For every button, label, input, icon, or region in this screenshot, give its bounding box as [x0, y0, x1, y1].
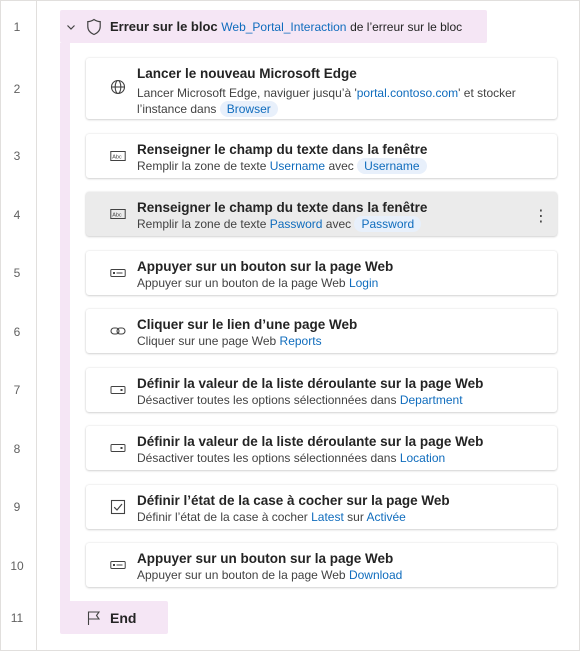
line-number: 5 [13, 266, 21, 280]
action-subtitle: Désactiver toutes les options sélectionn… [137, 392, 463, 408]
action-subtitle-text: Cliquer sur une page Web [137, 334, 277, 348]
line-number: 8 [13, 442, 21, 456]
block-rail [60, 43, 70, 603]
url-link[interactable]: portal.contoso.com [357, 86, 458, 100]
more-options-icon[interactable]: ⋮ [533, 208, 549, 226]
action-title: Appuyer sur un bouton sur la page Web [137, 259, 394, 274]
globe-icon [110, 79, 126, 95]
action-subtitle-text: Appuyer sur un bouton de la page Web [137, 276, 346, 290]
action-title: Définir la valeur de la liste déroulante… [137, 434, 484, 449]
action-subtitle-text: Lancer Microsoft Edge, naviguer jusqu’à … [137, 86, 357, 100]
line-number: 3 [13, 149, 21, 163]
action-set-dropdown-department[interactable]: Définir la valeur de la liste déroulante… [86, 368, 557, 412]
line-number: 6 [13, 325, 21, 339]
action-title: Définir la valeur de la liste déroulante… [137, 376, 484, 391]
line-number: 11 [10, 611, 24, 625]
action-set-dropdown-location[interactable]: Définir la valeur de la liste déroulante… [86, 426, 557, 470]
variable-pill[interactable]: Username [357, 158, 427, 174]
action-fill-password[interactable]: Abc Renseigner le champ du texte dans la… [86, 192, 557, 236]
ui-element-link[interactable]: Location [400, 451, 445, 465]
action-title: Appuyer sur un bouton sur la page Web [137, 551, 394, 566]
variable-pill[interactable]: Browser [219, 101, 278, 117]
action-subtitle-text: avec [328, 159, 354, 173]
flag-icon [87, 610, 101, 625]
end-label: End [110, 609, 137, 626]
on-block-error-header[interactable]: Erreur sur le bloc Web_Portal_Interactio… [60, 10, 487, 43]
line-number-gutter: 1 2 3 4 5 6 7 8 9 10 11 [0, 0, 37, 651]
svg-text:Abc: Abc [112, 213, 122, 219]
action-press-download[interactable]: Appuyer sur un bouton sur la page Web Ap… [86, 543, 557, 587]
action-fill-username[interactable]: Abc Renseigner le champ du texte dans la… [86, 134, 557, 178]
action-title: Renseigner le champ du texte dans la fen… [137, 200, 428, 215]
action-subtitle-text: Remplir la zone de texte [137, 159, 267, 173]
line-number: 1 [13, 20, 21, 34]
action-subtitle-text: l’instance dans [137, 102, 217, 116]
action-subtitle-text: Remplir la zone de texte [137, 217, 267, 231]
end-block[interactable]: End [60, 601, 168, 634]
ui-element-link[interactable]: Password [270, 217, 323, 231]
action-subtitle: Désactiver toutes les options sélectionn… [137, 450, 445, 466]
action-subtitle-text: ' et stocker [458, 86, 516, 100]
action-subtitle-text: Désactiver toutes les options sélectionn… [137, 451, 397, 465]
action-subtitle: Appuyer sur un bouton de la page Web Log… [137, 275, 378, 291]
action-subtitle-text: sur [347, 510, 364, 524]
textbox-icon: Abc [110, 151, 126, 161]
ui-element-link[interactable]: Download [349, 568, 402, 582]
block-variable[interactable]: Web_Portal_Interaction [221, 20, 346, 34]
action-subtitle-text: avec [325, 217, 352, 231]
checkbox-icon [110, 499, 126, 515]
action-subtitle: Lancer Microsoft Edge, naviguer jusqu’à … [137, 85, 516, 101]
action-subtitle: Remplir la zone de texte Username avec U… [137, 158, 427, 174]
link-icon [110, 327, 126, 335]
line-number: 7 [13, 383, 21, 397]
action-title: Lancer le nouveau Microsoft Edge [137, 66, 357, 81]
action-set-checkbox[interactable]: Définir l’état de la case à cocher sur l… [86, 485, 557, 529]
textbox-icon: Abc [110, 209, 126, 219]
line-number: 9 [13, 500, 21, 514]
chevron-down-icon[interactable] [66, 22, 76, 32]
svg-text:Abc: Abc [112, 155, 122, 161]
state-link[interactable]: Activée [367, 510, 406, 524]
line-number: 10 [10, 559, 24, 573]
line-number: 2 [13, 82, 21, 96]
action-press-login[interactable]: Appuyer sur un bouton sur la page Web Ap… [86, 251, 557, 295]
shield-icon [87, 18, 101, 35]
ui-element-link[interactable]: Department [400, 393, 463, 407]
action-subtitle: Appuyer sur un bouton de la page Web Dow… [137, 567, 402, 583]
line-number: 4 [13, 208, 21, 222]
action-subtitle: Cliquer sur une page Web Reports [137, 333, 322, 349]
dropdown-icon [110, 386, 126, 394]
action-click-link[interactable]: Cliquer sur le lien d’une page Web Cliqu… [86, 309, 557, 353]
action-title: Définir l’état de la case à cocher sur l… [137, 493, 450, 508]
variable-pill[interactable]: Password [354, 216, 422, 232]
action-subtitle-text: Désactiver toutes les options sélectionn… [137, 393, 397, 407]
action-subtitle: Remplir la zone de texte Password avec P… [137, 216, 422, 232]
action-subtitle-text: Définir l’état de la case à cocher [137, 510, 308, 524]
block-header-title: Erreur sur le bloc [110, 19, 218, 34]
button-icon [110, 561, 126, 569]
action-subtitle: Définir l’état de la case à cocher Lates… [137, 509, 406, 525]
block-header-text: Erreur sur le bloc Web_Portal_Interactio… [110, 19, 462, 34]
action-title: Renseigner le champ du texte dans la fen… [137, 142, 428, 157]
button-icon [110, 269, 126, 277]
action-launch-edge[interactable]: Lancer le nouveau Microsoft Edge Lancer … [86, 58, 557, 119]
action-subtitle-line2: l’instance dans Browser [137, 101, 278, 117]
ui-element-link[interactable]: Reports [280, 334, 322, 348]
block-header-suffix: de l’erreur sur le bloc [350, 20, 463, 34]
dropdown-icon [110, 444, 126, 452]
action-subtitle-text: Appuyer sur un bouton de la page Web [137, 568, 346, 582]
ui-element-link[interactable]: Login [349, 276, 378, 290]
ui-element-link[interactable]: Username [270, 159, 325, 173]
ui-element-link[interactable]: Latest [311, 510, 344, 524]
action-title: Cliquer sur le lien d’une page Web [137, 317, 358, 332]
